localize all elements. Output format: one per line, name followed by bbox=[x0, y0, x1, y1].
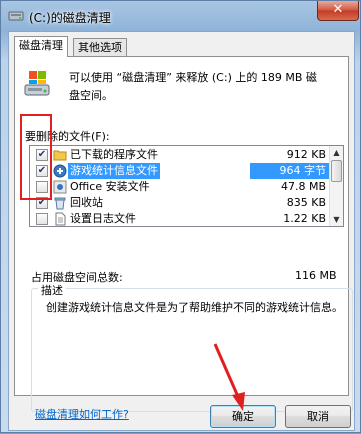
file-name: Office 安装文件 bbox=[70, 180, 150, 193]
description-text: 创建游戏统计信息文件是为了帮助维护不同的游戏统计信息。 bbox=[46, 301, 343, 314]
file-row-game-statistics[interactable]: ✔ 游戏统计信息文件 964 字节 bbox=[30, 163, 330, 179]
recycle-bin-icon bbox=[54, 197, 66, 210]
files-to-delete-list[interactable]: ✔ 已下载的程序文件 912 KB ✔ 游戏统计信息文件 964 字节 Offi… bbox=[29, 145, 344, 227]
total-space-value: 116 MB bbox=[295, 269, 337, 282]
file-size: 835 KB bbox=[286, 196, 326, 209]
title-bar[interactable]: (C:)的磁盘清理 ✕ bbox=[1, 1, 360, 31]
description-group: 描述 创建游戏统计信息文件是为了帮助维护不同的游戏统计信息。 bbox=[31, 282, 353, 412]
folder-icon bbox=[53, 150, 67, 161]
disk-cleanup-icon bbox=[24, 71, 50, 96]
disk-cleanup-window: (C:)的磁盘清理 ✕ 磁盘清理 其他选项 可以使用 “磁盘清理” 来释放 (C… bbox=[0, 0, 361, 433]
file-name: 游戏统计信息文件 bbox=[68, 163, 160, 179]
annotation-highlight-box bbox=[20, 114, 52, 200]
file-size: 964 字节 bbox=[250, 163, 330, 179]
description-legend: 描述 bbox=[38, 282, 66, 298]
scroll-thumb[interactable] bbox=[331, 160, 342, 182]
ok-button[interactable]: 确定 bbox=[210, 405, 276, 428]
tab-disk-cleanup[interactable]: 磁盘清理 bbox=[14, 36, 68, 57]
file-name: 设置日志文件 bbox=[70, 212, 136, 225]
dialog-client-area: 磁盘清理 其他选项 可以使用 “磁盘清理” 来释放 (C:) 上的 189 MB… bbox=[8, 31, 355, 431]
file-name: 回收站 bbox=[70, 196, 103, 209]
file-size: 912 KB bbox=[286, 148, 326, 161]
cancel-button[interactable]: 取消 bbox=[285, 405, 351, 428]
checkbox-setup-logs[interactable] bbox=[36, 213, 48, 225]
file-row-downloaded-programs[interactable]: ✔ 已下载的程序文件 912 KB bbox=[30, 147, 330, 163]
file-list-scrollbar[interactable]: ▲ ▼ bbox=[329, 146, 343, 226]
scroll-up-arrow-icon[interactable]: ▲ bbox=[330, 146, 343, 159]
scroll-down-arrow-icon[interactable]: ▼ bbox=[330, 213, 343, 226]
file-row-recycle-bin[interactable]: ✔ 回收站 835 KB bbox=[30, 195, 330, 211]
tab-more-options[interactable]: 其他选项 bbox=[73, 38, 127, 56]
window-title: (C:)的磁盘清理 bbox=[29, 11, 111, 25]
file-name: 已下载的程序文件 bbox=[70, 148, 158, 161]
disk-cleanup-app-icon bbox=[8, 11, 24, 21]
intro-text-line-1: 可以使用 “磁盘清理” 来释放 (C:) 上的 189 MB 磁 bbox=[69, 71, 317, 84]
disk-cleanup-panel: 可以使用 “磁盘清理” 来释放 (C:) 上的 189 MB 磁 盘空间。 要删… bbox=[14, 56, 353, 412]
document-icon bbox=[55, 212, 66, 226]
file-size: 1.22 KB bbox=[283, 212, 326, 225]
file-size: 47.8 MB bbox=[280, 180, 326, 193]
game-stats-icon bbox=[53, 164, 67, 178]
office-icon bbox=[53, 180, 67, 194]
intro-text-line-2: 盘空间。 bbox=[69, 89, 113, 102]
how-disk-cleanup-works-link[interactable]: 磁盘清理如何工作? bbox=[35, 406, 129, 422]
file-row-setup-logs[interactable]: 设置日志文件 1.22 KB bbox=[30, 211, 330, 226]
close-button[interactable]: ✕ bbox=[317, 1, 359, 21]
file-row-office-setup[interactable]: Office 安装文件 47.8 MB bbox=[30, 179, 330, 195]
